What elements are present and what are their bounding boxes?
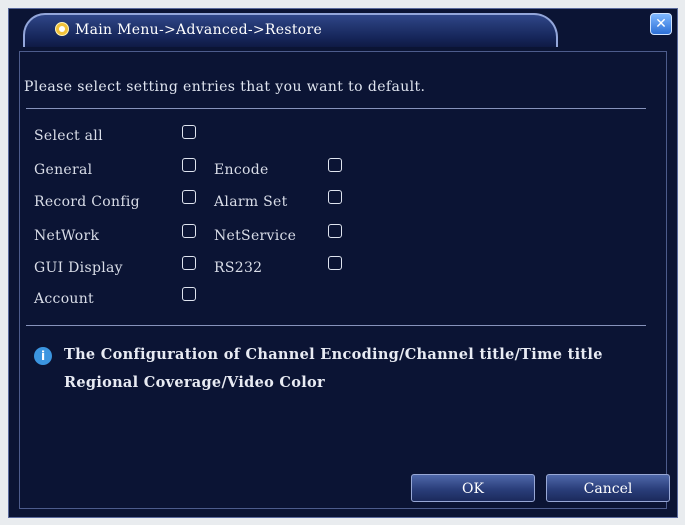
general-label: General	[34, 162, 93, 178]
alarm-set-label: Alarm Set	[214, 194, 288, 210]
info-icon: i	[34, 347, 52, 365]
rs232-label: RS232	[214, 260, 263, 276]
menu-logo-icon	[55, 22, 69, 36]
bottom-divider	[26, 325, 646, 326]
window-title: Main Menu->Advanced->Restore	[75, 22, 323, 38]
content-panel	[19, 51, 667, 509]
info-text-line-2: Regional Coverage/Video Color	[64, 374, 325, 391]
encode-checkbox[interactable]	[328, 158, 342, 172]
account-checkbox[interactable]	[182, 287, 196, 301]
instruction-text: Please select setting entries that you w…	[24, 79, 426, 95]
cancel-button[interactable]: Cancel	[546, 474, 670, 502]
netservice-checkbox[interactable]	[328, 224, 342, 238]
select-all-checkbox[interactable]	[182, 125, 196, 139]
top-divider	[26, 108, 646, 109]
alarm-set-checkbox[interactable]	[328, 190, 342, 204]
account-label: Account	[34, 291, 94, 307]
info-text-line-1: The Configuration of Channel Encoding/Ch…	[64, 346, 603, 363]
title-bar: Main Menu->Advanced->Restore ✕	[9, 9, 677, 47]
network-label: NetWork	[34, 228, 100, 244]
ok-button[interactable]: OK	[411, 474, 535, 502]
rs232-checkbox[interactable]	[328, 256, 342, 270]
close-button[interactable]: ✕	[650, 13, 672, 35]
netservice-label: NetService	[214, 228, 297, 244]
gui-display-checkbox[interactable]	[182, 256, 196, 270]
encode-label: Encode	[214, 162, 269, 178]
select-all-label: Select all	[34, 128, 103, 144]
record-config-checkbox[interactable]	[182, 190, 196, 204]
general-checkbox[interactable]	[182, 158, 196, 172]
gui-display-label: GUI Display	[34, 260, 123, 276]
record-config-label: Record Config	[34, 194, 140, 210]
network-checkbox[interactable]	[182, 224, 196, 238]
